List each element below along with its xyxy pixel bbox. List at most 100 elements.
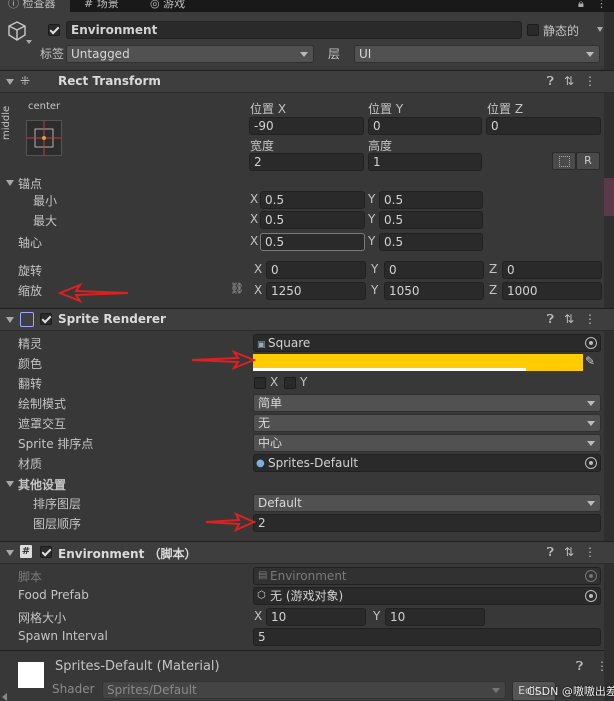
axis-x-label: X	[254, 262, 263, 276]
material-object-field[interactable]: ● Sprites-Default	[253, 454, 601, 472]
tag-label: 标签	[40, 47, 65, 61]
script-enabled-checkbox[interactable]	[40, 546, 52, 558]
pos-x-input[interactable]: -90	[249, 117, 364, 135]
menu-icon[interactable]: ⋮	[596, 0, 607, 10]
order-in-layer-input[interactable]: 2	[253, 514, 601, 532]
rect-transform-header[interactable]: ⁜ Rect Transform ❓︎⇅⋮	[0, 70, 614, 93]
tab-game[interactable]: ◎ 游戏	[150, 0, 185, 12]
grid-x-input[interactable]: 10	[266, 608, 366, 626]
flip-label: 翻转	[18, 377, 43, 391]
eyedropper-icon[interactable]: ✎	[585, 354, 601, 370]
flip-y-label: Y	[300, 375, 308, 389]
axis-x-label: X	[250, 192, 259, 206]
height-input[interactable]: 1	[368, 153, 482, 171]
static-dropdown-arrow[interactable]	[597, 27, 603, 32]
anchor-max-y-input[interactable]: 0.5	[379, 211, 483, 229]
grid-y-input[interactable]: 10	[385, 608, 485, 626]
rotation-z-input[interactable]: 0	[502, 261, 602, 279]
csharp-script-icon: #	[20, 545, 32, 558]
anchor-max-x-input[interactable]: 0.5	[260, 211, 365, 229]
shader-dropdown[interactable]: Sprites/Default	[102, 681, 506, 699]
icon-dropdown-arrow[interactable]	[26, 40, 32, 44]
sprite-renderer-icon	[20, 312, 34, 327]
link-icon[interactable]: ⛓︎	[230, 282, 244, 295]
rotation-x-input[interactable]: 0	[266, 261, 366, 279]
script-component-header[interactable]: # Environment （脚本） ❓︎⇅⋮	[0, 541, 614, 564]
scale-z-input[interactable]: 1000	[502, 282, 602, 300]
rotation-y-input[interactable]: 0	[384, 261, 484, 279]
sorting-layer-label: 排序图层	[33, 497, 82, 511]
anchor-min-y-input[interactable]: 0.5	[379, 191, 483, 209]
sprite-renderer-header[interactable]: Sprite Renderer ❓︎⇅⋮	[0, 308, 614, 331]
pivot-x-input[interactable]: 0.5	[260, 233, 365, 251]
static-label: 静态的	[543, 24, 580, 38]
anchor-preset-h-label: center	[28, 101, 61, 112]
tag-dropdown[interactable]: Untagged	[66, 45, 314, 63]
annotation-arrow-icon	[58, 282, 129, 304]
foldout-arrow-icon[interactable]	[6, 79, 14, 85]
pivot-y-input[interactable]: 0.5	[379, 233, 483, 251]
static-checkbox[interactable]	[527, 24, 539, 36]
raw-edit-button[interactable]: R	[576, 152, 600, 170]
component-header-icons[interactable]: ❓︎⇅⋮	[547, 312, 606, 327]
object-picker-icon[interactable]	[585, 337, 597, 349]
sort-point-dropdown[interactable]: 中心	[253, 434, 601, 452]
material-label: 材质	[18, 457, 43, 471]
scene-icon: #	[84, 0, 94, 10]
height-label: 高度	[368, 139, 393, 153]
pos-y-input[interactable]: 0	[368, 117, 482, 135]
layer-label: 层	[328, 47, 341, 61]
anchor-max-label: 最大	[33, 214, 58, 228]
flip-x-checkbox[interactable]	[254, 377, 266, 389]
sprite-renderer-enabled-checkbox[interactable]	[40, 313, 52, 325]
scrollbar-thumb[interactable]	[604, 178, 614, 216]
width-input[interactable]: 2	[249, 153, 364, 171]
help-icon: ❓︎	[546, 545, 564, 559]
flip-x-label: X	[270, 375, 279, 389]
active-checkbox[interactable]	[48, 24, 60, 36]
flip-y-checkbox[interactable]	[284, 377, 296, 389]
anchor-min-x-input[interactable]: 0.5	[260, 191, 365, 209]
object-picker-icon[interactable]	[585, 590, 597, 602]
layer-dropdown[interactable]: UI	[354, 45, 600, 63]
food-prefab-field[interactable]: ⬡ 无 (游戏对象)	[253, 587, 601, 605]
foldout-arrow-icon[interactable]	[6, 317, 14, 323]
tab-scene[interactable]: # 场景	[84, 0, 119, 12]
sorting-layer-dropdown[interactable]: Default	[253, 494, 601, 512]
sort-point-label: Sprite 排序点	[18, 437, 94, 451]
lock-icon[interactable]: 🔒︎	[578, 0, 584, 11]
material-preview-swatch	[18, 662, 44, 688]
alpha-bar	[253, 368, 526, 371]
mask-interaction-dropdown[interactable]: 无	[253, 414, 601, 432]
component-header-icons[interactable]: ❓︎⇅⋮	[547, 545, 606, 560]
collapse-left-icon[interactable]	[2, 693, 7, 701]
additional-settings-foldout-icon[interactable]	[6, 481, 14, 487]
more-icon[interactable]: ⋮	[596, 659, 608, 673]
tab-inspector[interactable]: ⓘ 检查器	[0, 0, 70, 12]
mask-interaction-label: 遮罩交互	[18, 417, 67, 431]
scrollbar[interactable]	[604, 12, 614, 701]
anchor-preset-button[interactable]	[26, 120, 62, 156]
sprite-object-field[interactable]: ▣ Square	[253, 334, 601, 352]
help-icon[interactable]: ❓︎	[576, 659, 583, 674]
axis-y-label: Y	[368, 234, 376, 248]
object-picker-icon[interactable]	[585, 457, 597, 469]
game-controller-icon: ◎	[150, 0, 160, 10]
spawn-interval-input[interactable]: 5	[253, 628, 601, 646]
scale-y-input[interactable]: 1050	[384, 282, 484, 300]
anchors-foldout-icon[interactable]	[6, 180, 14, 186]
rect-transform-title: Rect Transform	[58, 74, 161, 88]
blueprint-mode-button[interactable]	[552, 152, 576, 170]
help-icon: ❓︎	[546, 74, 564, 88]
component-header-icons[interactable]: ❓︎⇅⋮	[547, 74, 606, 89]
preset-icon: ⇅	[563, 74, 584, 88]
foldout-arrow-icon[interactable]	[6, 550, 14, 556]
material-title: Sprites-Default (Material)	[55, 659, 220, 674]
chevron-down-icon	[586, 52, 594, 57]
object-name-input[interactable]: Environment	[66, 21, 522, 39]
pos-z-input[interactable]: 0	[486, 117, 601, 135]
scale-x-input[interactable]: 1250	[266, 282, 366, 300]
axis-y-label: Y	[373, 609, 381, 623]
chevron-down-icon	[587, 441, 595, 446]
draw-mode-dropdown[interactable]: 简单	[253, 394, 601, 412]
